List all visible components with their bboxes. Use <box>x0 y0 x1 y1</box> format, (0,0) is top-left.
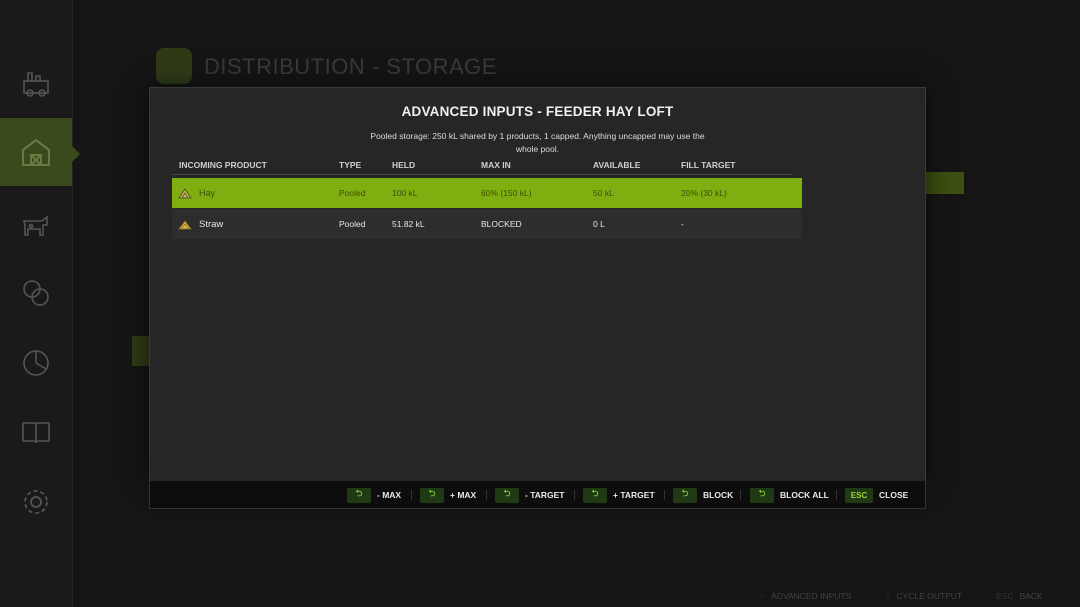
block-button[interactable]: ⮌ BLOCK <box>673 487 733 503</box>
help-book-icon <box>22 422 50 444</box>
divider <box>486 490 487 500</box>
table-header: INCOMING PRODUCT TYPE HELD MAX IN AVAILA… <box>172 160 792 175</box>
divider <box>411 490 412 500</box>
column-type: TYPE <box>339 160 362 170</box>
column-held: HELD <box>392 160 416 170</box>
page-title: DISTRIBUTION - STORAGE <box>204 54 497 79</box>
sidebar-item-production[interactable] <box>0 48 72 116</box>
divider <box>574 490 575 500</box>
product-type: Pooled <box>339 219 366 229</box>
sidebar <box>0 0 80 607</box>
product-available: 50 kL <box>593 188 614 198</box>
finance-icon <box>23 280 49 306</box>
column-available: AVAILABLE <box>593 160 641 170</box>
product-type: Pooled <box>339 188 366 198</box>
increase-max-button[interactable]: ⮌ + MAX <box>420 487 476 503</box>
sidebar-item-animals[interactable] <box>0 190 72 258</box>
dialog-title: ADVANCED INPUTS - FEEDER HAY LOFT <box>401 104 674 119</box>
sidebar-item-settings[interactable] <box>0 468 72 536</box>
product-name: Hay <box>199 188 216 198</box>
column-max-in: MAX IN <box>481 160 511 170</box>
advanced-inputs-dialog: ADVANCED INPUTS - FEEDER HAY LOFT Pooled… <box>149 87 926 482</box>
hay-icon <box>178 188 192 199</box>
product-max-in: 60% (150 kL) <box>481 188 532 198</box>
background-row-marker <box>132 336 150 366</box>
dialog-subtitle: Pooled storage: 250 kL shared by 1 produ… <box>370 131 705 154</box>
page-header-icon <box>156 48 192 84</box>
increase-target-button[interactable]: ⮌ + TARGET <box>583 487 655 503</box>
controller-key-icon: ⮌ <box>673 487 697 503</box>
column-fill-target: FILL TARGET <box>681 160 736 170</box>
close-button[interactable]: ESC CLOSE <box>845 487 908 503</box>
barn-icon <box>22 138 50 166</box>
hint-advanced-inputs[interactable]: ○ ADVANCED INPUTS <box>760 591 851 601</box>
hint-cycle-output[interactable]: ○ CYCLE OUTPUT <box>885 591 962 601</box>
controller-key-icon: ⮌ <box>420 487 444 503</box>
controller-key-icon: ⮌ <box>495 487 519 503</box>
product-held: 51.82 kL <box>392 219 425 229</box>
divider <box>836 490 837 500</box>
sidebar-item-storage[interactable] <box>0 118 72 186</box>
sidebar-item-statistics[interactable] <box>0 329 72 397</box>
action-bar: ⮌ - MAX ⮌ + MAX ⮌ - TARGET ⮌ + TARGET ⮌ BLOCK… <box>149 481 926 509</box>
divider <box>740 490 741 500</box>
esc-key-icon: ESC <box>845 487 873 503</box>
sidebar-item-help[interactable] <box>0 398 72 466</box>
product-name: Straw <box>199 219 224 230</box>
production-icon <box>23 72 49 97</box>
table-row[interactable]: Hay Pooled 100 kL 60% (150 kL) 50 kL 20%… <box>172 178 802 208</box>
active-indicator <box>72 146 80 162</box>
controller-key-icon: ⮌ <box>347 487 371 503</box>
statistics-icon <box>23 350 49 376</box>
product-held: 100 kL <box>392 188 418 198</box>
controller-key-icon: ⮌ <box>750 487 774 503</box>
settings-icon <box>24 490 48 514</box>
product-available: 0 L <box>593 219 605 229</box>
controller-key-icon: ⮌ <box>583 487 607 503</box>
divider <box>664 490 665 500</box>
background-hint-bar: ○ ADVANCED INPUTS ○ CYCLE OUTPUT ESC BACK <box>760 588 1043 604</box>
product-fill-target: - <box>681 219 684 229</box>
straw-icon <box>178 220 192 230</box>
product-max-in: BLOCKED <box>481 219 522 229</box>
decrease-target-button[interactable]: ⮌ - TARGET <box>495 487 565 503</box>
decrease-max-button[interactable]: ⮌ - MAX <box>347 487 401 503</box>
animals-icon <box>22 215 48 236</box>
hint-back[interactable]: ESC BACK <box>996 591 1043 601</box>
sidebar-item-finance[interactable] <box>0 259 72 327</box>
block-all-button[interactable]: ⮌ BLOCK ALL <box>750 487 829 503</box>
product-fill-target: 20% (30 kL) <box>681 188 727 198</box>
background-selected-row <box>924 172 964 194</box>
table-row[interactable]: Straw Pooled 51.82 kL BLOCKED 0 L - <box>172 209 802 239</box>
column-incoming-product: INCOMING PRODUCT <box>179 160 267 170</box>
